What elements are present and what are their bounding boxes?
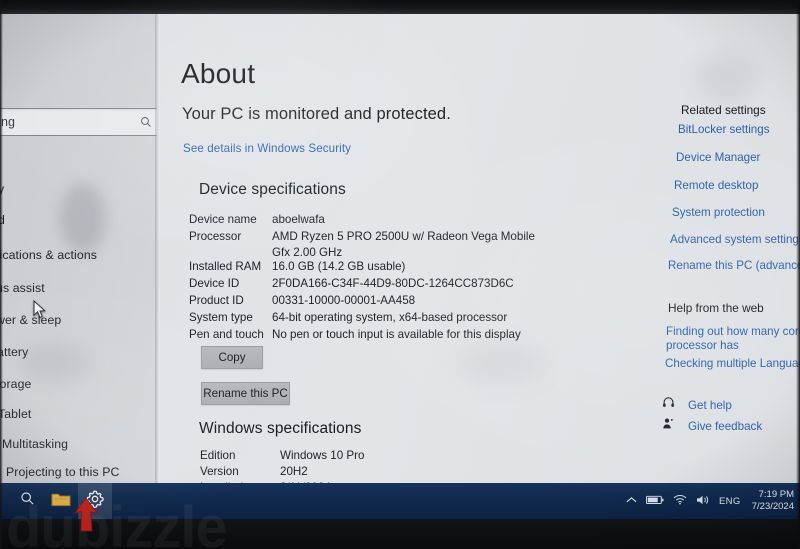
help-link-cores-line2[interactable]: processor has xyxy=(666,339,739,352)
mouse-cursor xyxy=(33,299,47,320)
windows-specifications-heading: Windows specifications xyxy=(199,420,362,437)
rename-this-pc-button[interactable]: Rename this PC xyxy=(201,382,290,405)
battery-icon[interactable] xyxy=(645,495,664,508)
wifi-icon[interactable] xyxy=(673,494,687,508)
sidebar-item-6[interactable]: torage xyxy=(0,377,153,395)
sidebar-item-0[interactable]: y xyxy=(0,182,155,200)
spec-value: No pen or touch input is available for t… xyxy=(272,328,521,341)
related-link-bitlocker[interactable]: BitLocker settings xyxy=(678,123,770,136)
spec-row-version: Version 20H2 xyxy=(0,465,560,481)
related-link-rename-this-pc-advanced[interactable]: Rename this PC (advanced) xyxy=(668,259,800,272)
spec-value: 00331-10000-00001-AA458 xyxy=(272,294,416,307)
get-help-link[interactable]: Get help xyxy=(688,399,732,412)
spec-key: Device name xyxy=(189,213,257,226)
settings-window: ng y d fications & actions us assist wer… xyxy=(0,13,800,483)
laptop-bezel-top xyxy=(0,0,800,14)
spec-key: Installed RAM xyxy=(189,260,262,273)
annotation-arrow-icon xyxy=(73,497,99,532)
spec-row-device-id: Device ID 2F0DA166-C34F-44D9-80DC-1264CC… xyxy=(0,277,560,293)
search-icon xyxy=(20,491,35,511)
sidebar-item-7[interactable]: Tablet xyxy=(0,407,155,425)
desk-surface xyxy=(0,519,800,549)
windows-security-link[interactable]: See details in Windows Security xyxy=(183,142,351,155)
spec-key: Device ID xyxy=(189,277,240,290)
search-input-value[interactable]: ng xyxy=(0,115,134,129)
spec-key: Pen and touch xyxy=(189,328,264,341)
laptop-bezel-left xyxy=(0,0,3,549)
spec-value: aboelwafa xyxy=(272,213,325,226)
speaker-icon[interactable] xyxy=(696,494,710,509)
settings-search-input[interactable]: ng xyxy=(0,108,159,136)
spec-key: Processor xyxy=(189,230,242,243)
spec-key: System type xyxy=(189,311,253,324)
taskbar-button-search[interactable] xyxy=(10,483,44,519)
spec-value: 2F0DA166-C34F-44D9-80DC-1264CC873D6C xyxy=(272,277,514,290)
spec-value: Windows 10 Pro xyxy=(280,449,365,462)
spec-row-pen-and-touch: Pen and touch No pen or touch input is a… xyxy=(0,328,560,344)
spec-value: AMD Ryzen 5 PRO 2500U w/ Radeon Vega Mob… xyxy=(272,230,535,243)
spec-key: Edition xyxy=(200,449,236,462)
spec-key: Version xyxy=(200,465,239,478)
spec-key: Product ID xyxy=(189,294,244,307)
spec-row-device-name: Device name aboelwafa xyxy=(0,213,560,229)
related-link-device-manager[interactable]: Device Manager xyxy=(676,151,760,164)
help-link-cores-line1[interactable]: Finding out how many cores m xyxy=(666,325,800,338)
language-indicator[interactable]: ENG xyxy=(719,496,741,507)
protection-subtitle: Your PC is monitored and protected. xyxy=(182,105,451,123)
copy-button[interactable]: Copy xyxy=(201,346,263,369)
page-title: About xyxy=(181,58,256,89)
laptop-bezel-right xyxy=(796,0,800,549)
related-settings-heading: Related settings xyxy=(681,103,766,117)
related-link-remote-desktop[interactable]: Remote desktop xyxy=(674,179,758,192)
spec-row-system-type: System type 64-bit operating system, x64… xyxy=(0,311,560,327)
system-tray: ENG 7:19 PM 7/23/2024 xyxy=(626,483,794,519)
windows-taskbar: ENG 7:19 PM 7/23/2024 xyxy=(0,483,800,521)
spec-row-installed-ram: Installed RAM 16.0 GB (14.2 GB usable) xyxy=(0,260,560,276)
chevron-up-icon[interactable] xyxy=(626,496,637,507)
device-specifications-heading: Device specifications xyxy=(199,181,346,198)
spec-value: 64-bit operating system, x64-based proce… xyxy=(272,311,508,324)
help-link-languages[interactable]: Checking multiple Languages s xyxy=(665,357,800,370)
spec-row-processor: Processor AMD Ryzen 5 PRO 2500U w/ Radeo… xyxy=(0,230,560,246)
feedback-icon xyxy=(662,417,675,435)
help-from-web-heading: Help from the web xyxy=(668,301,764,315)
pane-divider xyxy=(155,13,160,483)
clock-time: 7:19 PM xyxy=(758,489,794,501)
taskbar-clock[interactable]: 7:19 PM 7/23/2024 xyxy=(752,489,794,513)
spec-value: 20H2 xyxy=(280,465,308,478)
sidebar-item-5[interactable]: attery xyxy=(0,345,154,363)
spec-value: 16.0 GB (14.2 GB usable) xyxy=(272,260,406,273)
folder-icon xyxy=(51,491,71,512)
related-link-system-protection[interactable]: System protection xyxy=(672,206,765,219)
laptop-screen-photo: ng y d fications & actions us assist wer… xyxy=(0,0,800,549)
related-link-advanced-system-settings[interactable]: Advanced system settings xyxy=(670,233,800,246)
clock-date: 7/23/2024 xyxy=(751,501,794,512)
headset-icon xyxy=(662,396,675,414)
give-feedback-link[interactable]: Give feedback xyxy=(688,420,762,433)
spec-value-line2: Gfx 2.00 GHz xyxy=(272,246,343,259)
spec-row-edition: Edition Windows 10 Pro xyxy=(0,449,560,465)
spec-row-product-id: Product ID 00331-10000-00001-AA458 xyxy=(0,294,560,310)
